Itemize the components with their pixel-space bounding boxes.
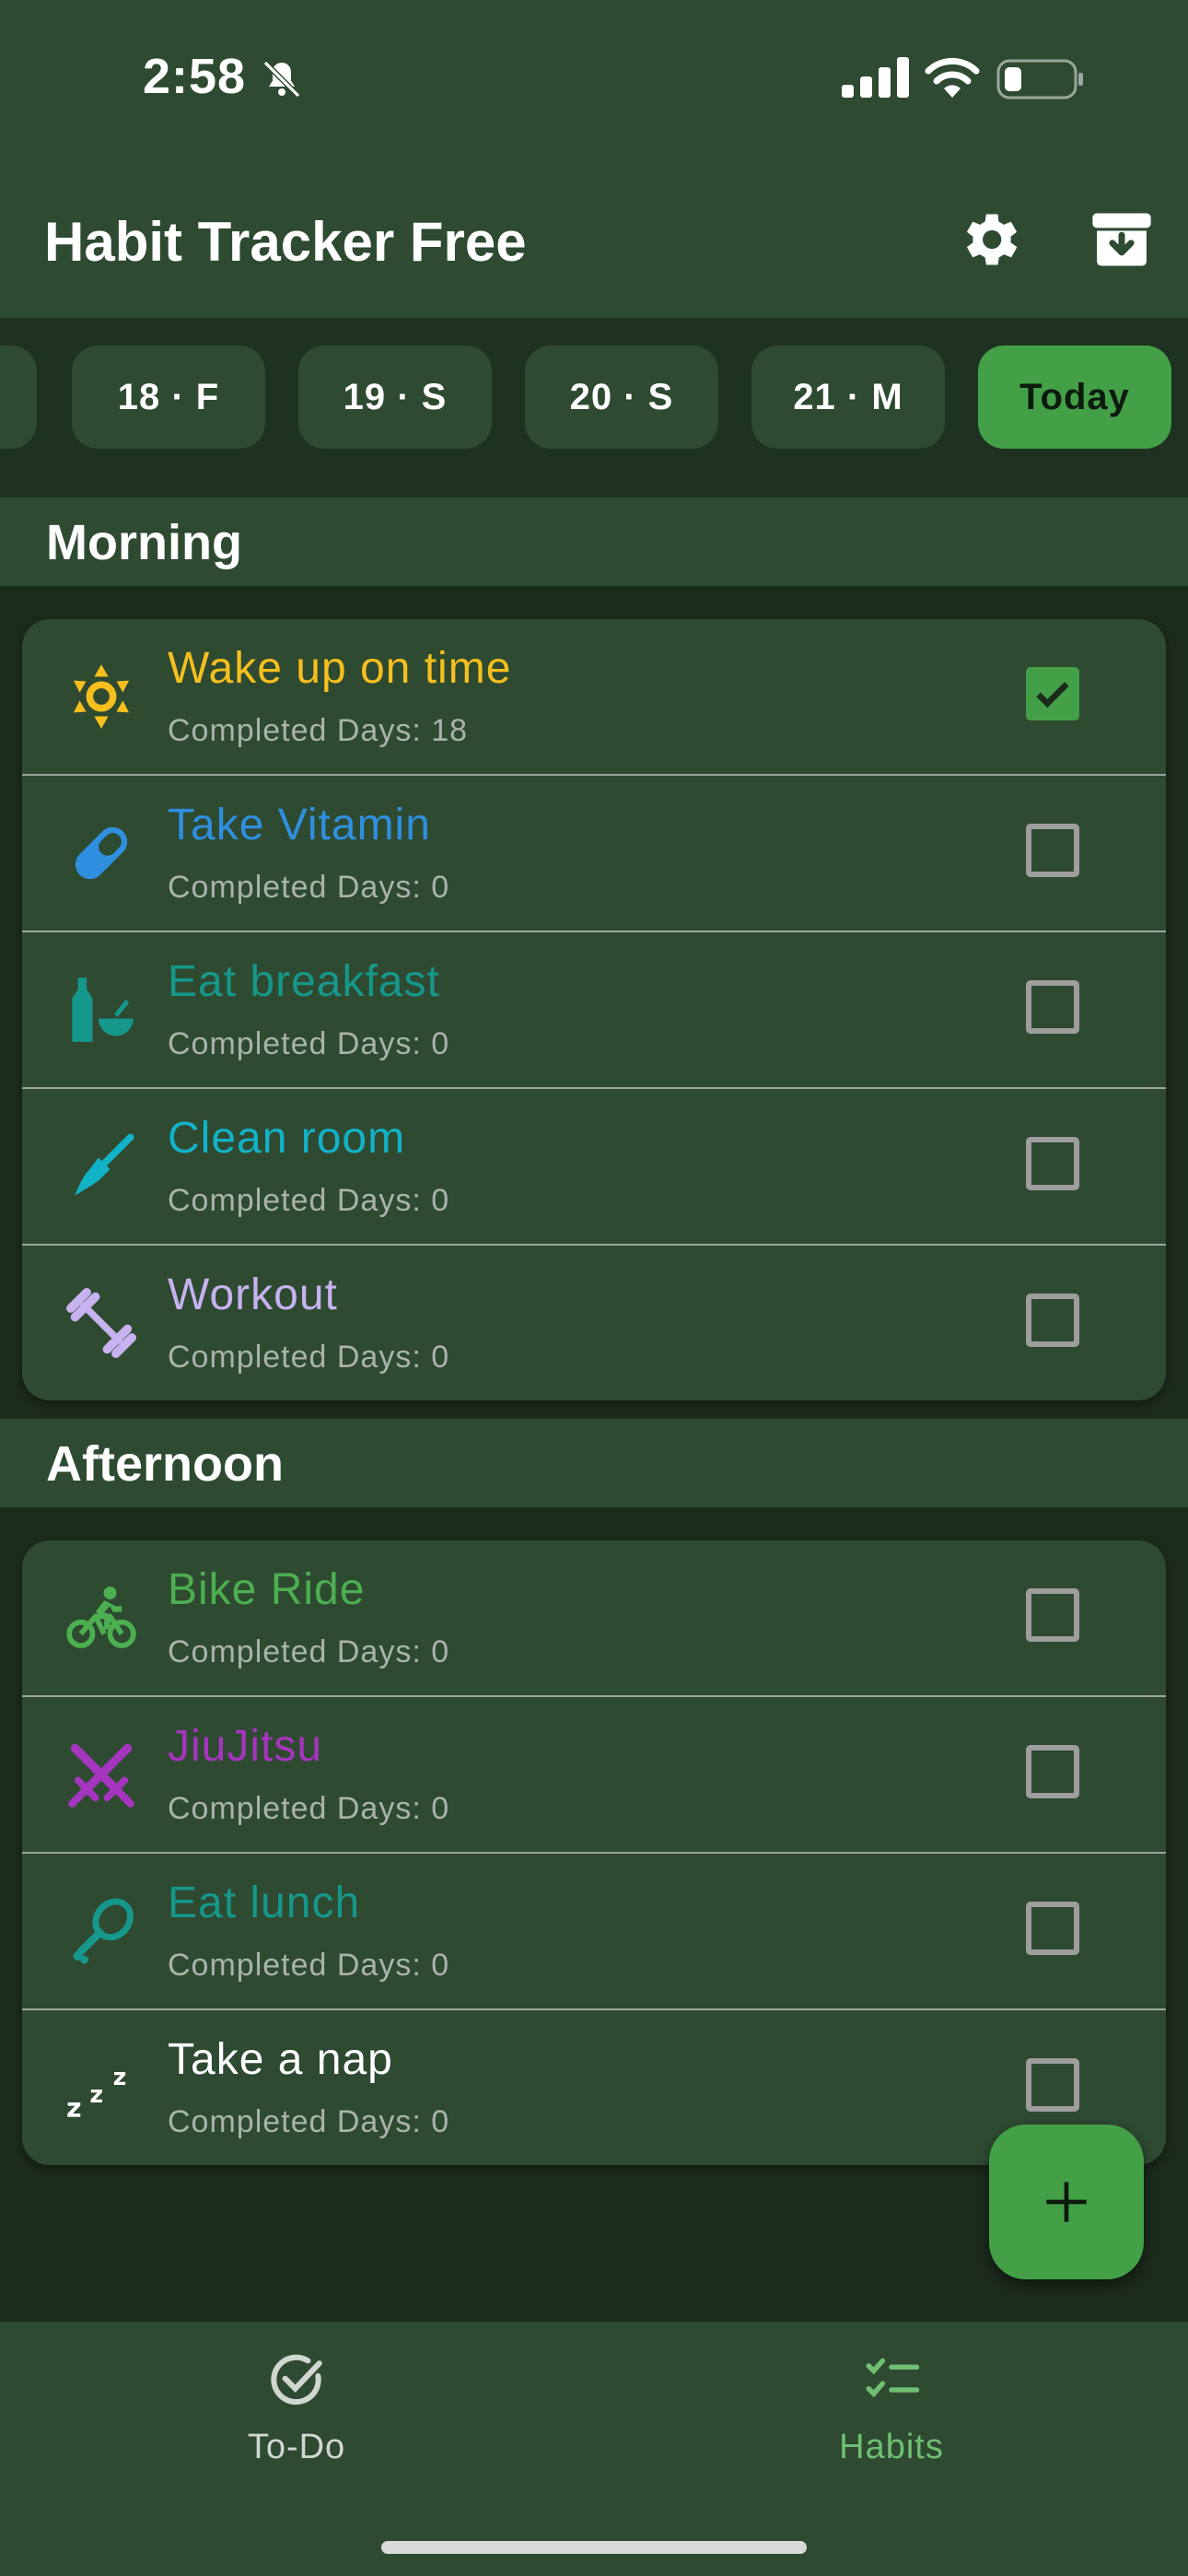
habit-completed-days: Completed Days: 0 xyxy=(168,1183,450,1218)
date-strip[interactable]: 18 · F 19 · S 20 · S 21 · M Today xyxy=(0,318,1188,498)
habit-row-bike-ride[interactable]: Bike Ride Completed Days: 0 xyxy=(22,1540,1166,1695)
habit-checkbox[interactable] xyxy=(1026,824,1079,877)
habit-completed-days: Completed Days: 18 xyxy=(168,713,469,748)
habit-checkbox[interactable] xyxy=(1026,1137,1079,1190)
habit-row-clean-room[interactable]: Clean room Completed Days: 0 xyxy=(22,1087,1166,1244)
habit-row-jiujitsu[interactable]: JiuJitsu Completed Days: 0 xyxy=(22,1695,1166,1852)
section-title: Morning xyxy=(46,515,242,570)
wifi-icon xyxy=(925,57,980,98)
add-habit-button[interactable] xyxy=(989,2125,1144,2279)
habit-checkbox[interactable] xyxy=(1026,1902,1079,1955)
check-circle-icon xyxy=(271,2354,322,2406)
dumbbell-icon xyxy=(66,1288,136,1358)
app-header: 2:58 Habit Tracker Free xyxy=(0,0,1188,318)
habit-name: Clean room xyxy=(168,1114,406,1163)
habit-card-morning: Wake up on time Completed Days: 18 Take … xyxy=(22,619,1166,1400)
habit-row-eat-breakfast[interactable]: Eat breakfast Completed Days: 0 xyxy=(22,931,1166,1087)
date-chip-18[interactable]: 18 · F xyxy=(72,345,265,449)
habit-name: Take Vitamin xyxy=(168,801,431,849)
app-title: Habit Tracker Free xyxy=(44,211,527,273)
date-chip-21[interactable]: 21 · M xyxy=(751,345,945,449)
status-time: 2:58 xyxy=(143,49,247,104)
habit-completed-days: Completed Days: 0 xyxy=(168,1340,450,1375)
pill-icon xyxy=(75,826,128,880)
broom-icon xyxy=(75,1133,134,1196)
habit-completed-days: Completed Days: 0 xyxy=(168,1791,450,1826)
habit-row-wake-up[interactable]: Wake up on time Completed Days: 18 xyxy=(22,619,1166,774)
bottom-navigation: To-Do Habits xyxy=(0,2322,1188,2576)
habit-checkbox[interactable] xyxy=(1026,1745,1079,1798)
nav-habits[interactable]: Habits xyxy=(707,2349,1076,2467)
drumstick-icon xyxy=(73,1898,134,1964)
habit-completed-days: Completed Days: 0 xyxy=(168,2104,450,2139)
habit-name: Bike Ride xyxy=(168,1565,366,1614)
habit-row-workout[interactable]: Workout Completed Days: 0 xyxy=(22,1244,1166,1400)
sun-icon xyxy=(73,664,130,729)
habit-checkbox[interactable] xyxy=(1026,1294,1079,1347)
habit-checkbox[interactable] xyxy=(1026,667,1079,720)
home-indicator[interactable] xyxy=(381,2541,807,2554)
crossed-swords-icon xyxy=(68,1743,134,1808)
battery-icon xyxy=(996,59,1083,100)
nav-label: To-Do xyxy=(247,2428,346,2466)
date-chip-19[interactable]: 19 · S xyxy=(298,345,492,449)
archive-icon[interactable] xyxy=(1087,205,1157,275)
plus-icon xyxy=(1046,2182,1087,2222)
habit-completed-days: Completed Days: 0 xyxy=(168,1948,450,1983)
habit-name: Wake up on time xyxy=(168,644,512,693)
section-header-morning: Morning xyxy=(0,498,1188,586)
date-chip-partial[interactable] xyxy=(0,345,37,449)
svg-text:z: z xyxy=(89,2080,103,2108)
nav-label: Habits xyxy=(839,2428,944,2466)
habit-checkbox[interactable] xyxy=(1026,2058,1079,2112)
habit-name: Take a nap xyxy=(168,2035,393,2084)
habit-checkbox[interactable] xyxy=(1026,980,1079,1034)
habit-card-afternoon: Bike Ride Completed Days: 0 JiuJitsu Com… xyxy=(22,1540,1166,2165)
habit-row-take-vitamin[interactable]: Take Vitamin Completed Days: 0 xyxy=(22,774,1166,931)
habit-completed-days: Completed Days: 0 xyxy=(168,1026,450,1061)
section-header-afternoon: Afternoon xyxy=(0,1419,1188,1507)
checklist-icon xyxy=(866,2358,920,2398)
bell-slash-icon xyxy=(262,60,301,99)
habit-completed-days: Completed Days: 0 xyxy=(168,870,450,905)
signal-icon xyxy=(842,57,909,98)
habit-name: JiuJitsu xyxy=(168,1722,323,1771)
nav-todo[interactable]: To-Do xyxy=(112,2349,481,2467)
bike-icon xyxy=(66,1587,136,1648)
habit-completed-days: Completed Days: 0 xyxy=(168,1634,450,1669)
habit-name: Workout xyxy=(168,1270,338,1319)
section-title: Afternoon xyxy=(46,1436,284,1492)
bottle-bowl-icon xyxy=(72,978,134,1042)
habit-row-eat-lunch[interactable]: Eat lunch Completed Days: 0 xyxy=(22,1852,1166,2008)
zzz-icon: z z z xyxy=(66,2063,127,2123)
date-chip-today[interactable]: Today xyxy=(978,345,1171,449)
habit-name: Eat breakfast xyxy=(168,957,440,1006)
svg-text:z: z xyxy=(66,2093,82,2123)
habit-name: Eat lunch xyxy=(168,1879,361,1927)
settings-icon[interactable] xyxy=(954,205,1024,275)
habit-checkbox[interactable] xyxy=(1026,1588,1079,1642)
svg-text:z: z xyxy=(113,2063,127,2090)
date-chip-20[interactable]: 20 · S xyxy=(525,345,718,449)
